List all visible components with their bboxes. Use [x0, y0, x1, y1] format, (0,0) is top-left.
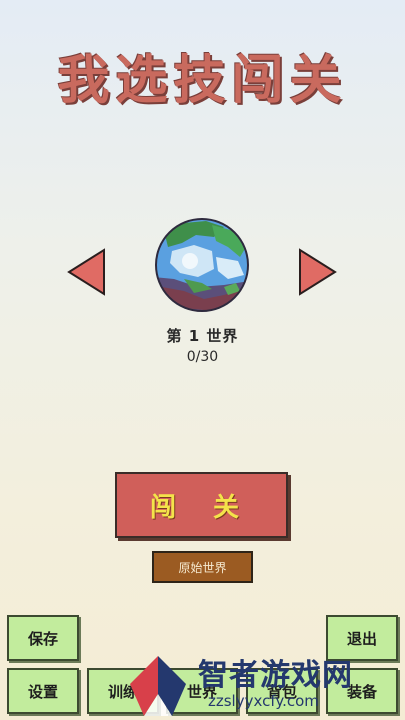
challenge-button[interactable]: 闯 关 — [115, 472, 288, 538]
save-button[interactable]: 保存 — [7, 615, 79, 661]
planet-icon — [155, 218, 249, 312]
settings-button[interactable]: 设置 — [7, 668, 79, 714]
watermark-logo-icon — [130, 656, 186, 716]
arrow-left-icon[interactable] — [66, 247, 106, 297]
arrow-right-icon[interactable] — [298, 247, 338, 297]
watermark-brand: 智者游戏网 — [198, 658, 353, 693]
world-progress: 0/30 — [186, 349, 219, 365]
game-title: 我选技闯关 — [57, 51, 348, 111]
watermark-url: zzslyyxcfy.com — [208, 692, 319, 710]
watermark: 智者游戏网 zzslyyxcfy.com — [128, 648, 405, 720]
origin-world-button[interactable]: 原始世界 — [152, 551, 253, 583]
world-name: 第 1 世界 — [166, 327, 239, 345]
